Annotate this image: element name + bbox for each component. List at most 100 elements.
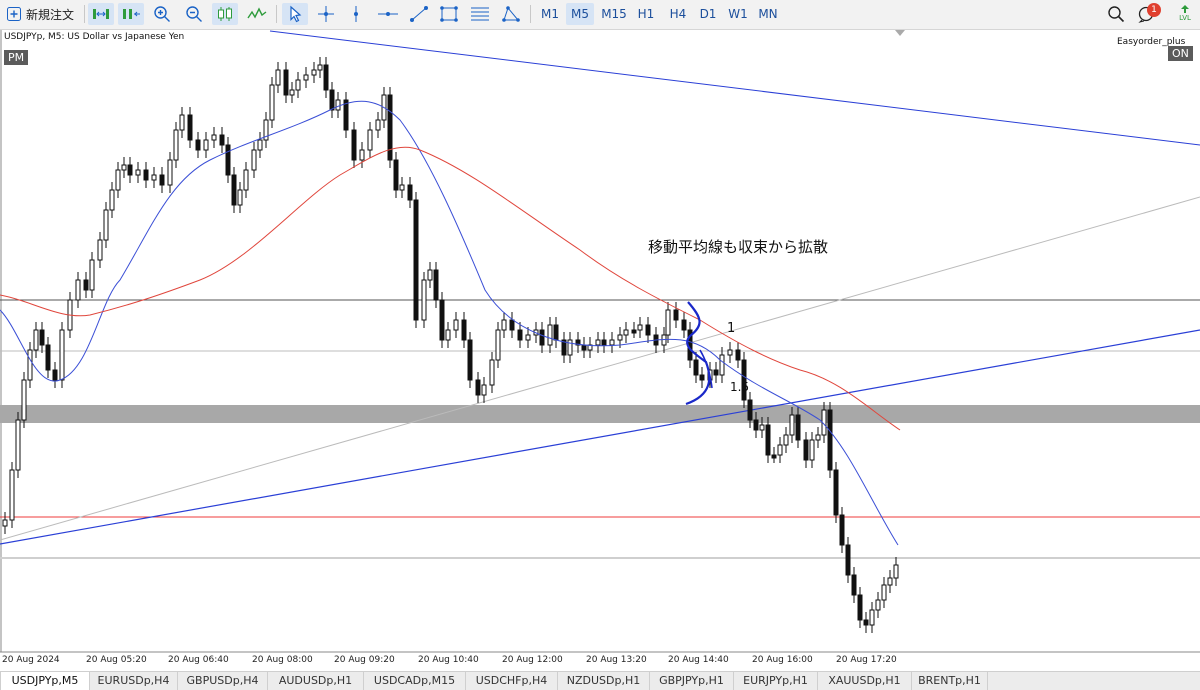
search-button[interactable] [1104, 3, 1128, 25]
candle-body [609, 339, 615, 346]
timeframe-m5-button[interactable]: M5 [566, 3, 594, 25]
shapes-button[interactable] [498, 3, 524, 25]
trend-line-button[interactable] [406, 3, 432, 25]
toolbar-separator [84, 5, 85, 23]
candle-body [59, 329, 65, 381]
candle-body [195, 139, 201, 151]
cursor-icon [290, 5, 302, 23]
candle-body [735, 349, 741, 361]
symbol-tab[interactable]: EURUSDp,H4 [90, 672, 178, 690]
horizontal-line-button[interactable] [374, 3, 402, 25]
symbol-tab[interactable]: NZDUSDp,H1 [558, 672, 650, 690]
chart-shift-icon [123, 9, 140, 19]
candle-body [115, 169, 121, 191]
timeframe-w1-button[interactable]: W1 [724, 3, 752, 25]
new-order-button[interactable]: 新規注文 [6, 3, 74, 25]
candle-body [311, 69, 317, 76]
symbol-tab[interactable]: USDCHFp,H4 [466, 672, 558, 690]
candle-body [269, 84, 275, 121]
candle-body [27, 349, 33, 381]
candle-body [553, 324, 559, 341]
time-axis-label: 20 Aug 10:40 [418, 655, 479, 665]
zoom-in-icon [154, 6, 170, 22]
symbol-tabs: USDJPYp,M5 EURUSDp,H4 GBPUSDp,H4 AUDUSDp,H1… [0, 671, 1200, 690]
symbol-tab[interactable]: USDCADp,M15 [364, 672, 466, 690]
vertical-line-button[interactable] [344, 3, 368, 25]
candle-body [103, 209, 109, 241]
lower-trendline [0, 329, 1200, 545]
candles-button[interactable] [212, 3, 238, 25]
candle-body [495, 329, 501, 361]
candle-body [243, 169, 249, 191]
candle-body [617, 334, 623, 341]
symbol-tab[interactable]: XAUUSDp,H1 [818, 672, 912, 690]
line-chart-button[interactable] [244, 3, 270, 25]
candle-body [203, 139, 209, 151]
timeframe-h1-button[interactable]: H1 [632, 3, 660, 25]
expert-advisor-state[interactable]: ON [1168, 46, 1193, 61]
price-chart[interactable] [0, 30, 1200, 670]
candle-body [143, 169, 149, 181]
candle-body [283, 69, 289, 96]
candle-body [489, 359, 495, 386]
candle-body [461, 319, 467, 341]
zoom-out-button[interactable] [182, 3, 206, 25]
candle-body [173, 129, 179, 161]
fibonacci-button[interactable] [466, 3, 494, 25]
time-axis-label: 20 Aug 17:20 [836, 655, 897, 665]
candle-body [581, 344, 587, 351]
candle-body [45, 344, 51, 371]
zoom-in-button[interactable] [150, 3, 174, 25]
new-order-icon [7, 7, 21, 21]
candle-body [539, 329, 545, 346]
shapes-icon [502, 6, 520, 22]
timeframe-h4-button[interactable]: H4 [664, 3, 692, 25]
candle-body [875, 599, 881, 611]
fibonacci-icon [471, 7, 489, 21]
candle-body [623, 329, 629, 336]
timeframe-m1-button[interactable]: M1 [536, 3, 564, 25]
timeframe-m15-button[interactable]: M15 [598, 3, 630, 25]
new-order-label: 新規注文 [26, 7, 75, 22]
candle-body [275, 69, 281, 86]
candle-body [323, 64, 329, 91]
candle-body [135, 169, 141, 176]
time-axis-label: 20 Aug 2024 [2, 655, 60, 665]
toolbar: 新規注文 M1 M5 M15 H1 H4 D1 W1 MN 1 LVL [0, 0, 1200, 30]
symbol-tab[interactable]: GBPJPYp,H1 [650, 672, 734, 690]
chart-scale-fit-button[interactable] [88, 3, 114, 25]
candle-body [893, 564, 899, 579]
candle-body [329, 89, 335, 111]
symbol-tab[interactable]: BRENTp,H1 [912, 672, 988, 690]
candle-body [2, 519, 8, 527]
rectangle-button[interactable] [436, 3, 462, 25]
candle-body [433, 269, 439, 301]
timeframe-mn-button[interactable]: MN [754, 3, 782, 25]
symbol-tab[interactable]: EURJPYp,H1 [734, 672, 818, 690]
candle-body [567, 339, 573, 356]
symbol-tab[interactable]: GBPUSDp,H4 [178, 672, 268, 690]
candle-body [445, 329, 451, 341]
line-chart-icon [247, 7, 267, 19]
candle-body [783, 434, 789, 446]
pm-badge: PM [4, 50, 29, 65]
symbol-tab[interactable]: AUDUSDp,H1 [268, 672, 364, 690]
candle-body [481, 384, 487, 396]
timeframe-d1-button[interactable]: D1 [694, 3, 722, 25]
cursor-button[interactable] [282, 3, 308, 25]
candle-body [803, 439, 809, 461]
candle-body [869, 609, 875, 626]
candle-body [815, 434, 821, 441]
symbol-tab[interactable]: USDJPYp,M5 [0, 672, 90, 690]
candle-body [167, 159, 173, 186]
candle-body [777, 444, 783, 456]
candle-body [595, 339, 601, 346]
time-axis-label: 20 Aug 06:40 [168, 655, 229, 665]
candle-body [303, 74, 309, 81]
candle-body [219, 134, 225, 146]
lvl-button[interactable]: LVL [1172, 2, 1198, 24]
chart-mark-1: 1 [727, 321, 736, 336]
candle-body [753, 419, 759, 431]
chart-shift-button[interactable] [118, 3, 144, 25]
crosshair-button[interactable] [314, 3, 338, 25]
